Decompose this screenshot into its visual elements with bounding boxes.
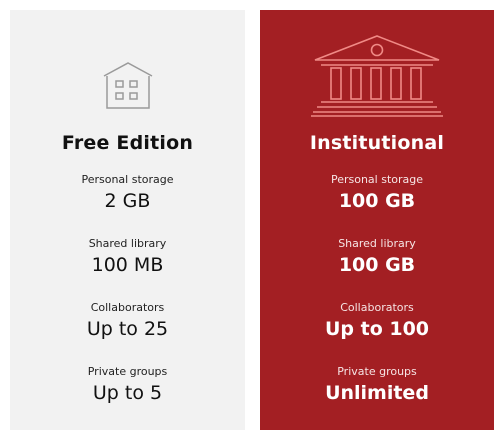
feature-label: Shared library xyxy=(338,237,416,250)
feature-value: Up to 5 xyxy=(92,382,163,404)
feature-value: 100 GB xyxy=(338,190,416,212)
feature-label: Shared library xyxy=(88,237,167,250)
institution-building-icon xyxy=(260,30,494,120)
plan-title: Free Edition xyxy=(61,132,194,154)
feature-shared-library: Shared library 100 GB xyxy=(260,237,494,277)
feature-shared-library: Shared library 100 MB xyxy=(10,237,245,277)
feature-collaborators: Collaborators Up to 25 xyxy=(10,301,245,341)
feature-private-groups: Private groups Up to 5 xyxy=(10,365,245,405)
feature-value: Unlimited xyxy=(325,382,429,404)
feature-value: Up to 25 xyxy=(86,318,169,340)
feature-value: Up to 100 xyxy=(324,318,430,340)
free-edition-card[interactable]: Free Edition Personal storage 2 GB Share… xyxy=(10,10,245,430)
feature-value: 2 GB xyxy=(104,190,151,212)
feature-label: Personal storage xyxy=(81,173,174,186)
feature-label: Private groups xyxy=(87,365,168,378)
feature-private-groups: Private groups Unlimited xyxy=(260,365,494,405)
feature-value: 100 MB xyxy=(91,254,164,276)
feature-label: Personal storage xyxy=(330,173,424,186)
feature-label: Collaborators xyxy=(340,301,414,314)
house-icon xyxy=(10,60,245,110)
feature-label: Private groups xyxy=(337,365,417,378)
feature-personal-storage: Personal storage 2 GB xyxy=(10,173,245,213)
feature-collaborators: Collaborators Up to 100 xyxy=(260,301,494,341)
feature-label: Collaborators xyxy=(90,301,165,314)
feature-personal-storage: Personal storage 100 GB xyxy=(260,173,494,213)
feature-value: 100 GB xyxy=(338,254,416,276)
plan-title: Institutional xyxy=(309,132,445,154)
institutional-card[interactable]: Institutional Personal storage 100 GB Sh… xyxy=(260,10,494,430)
